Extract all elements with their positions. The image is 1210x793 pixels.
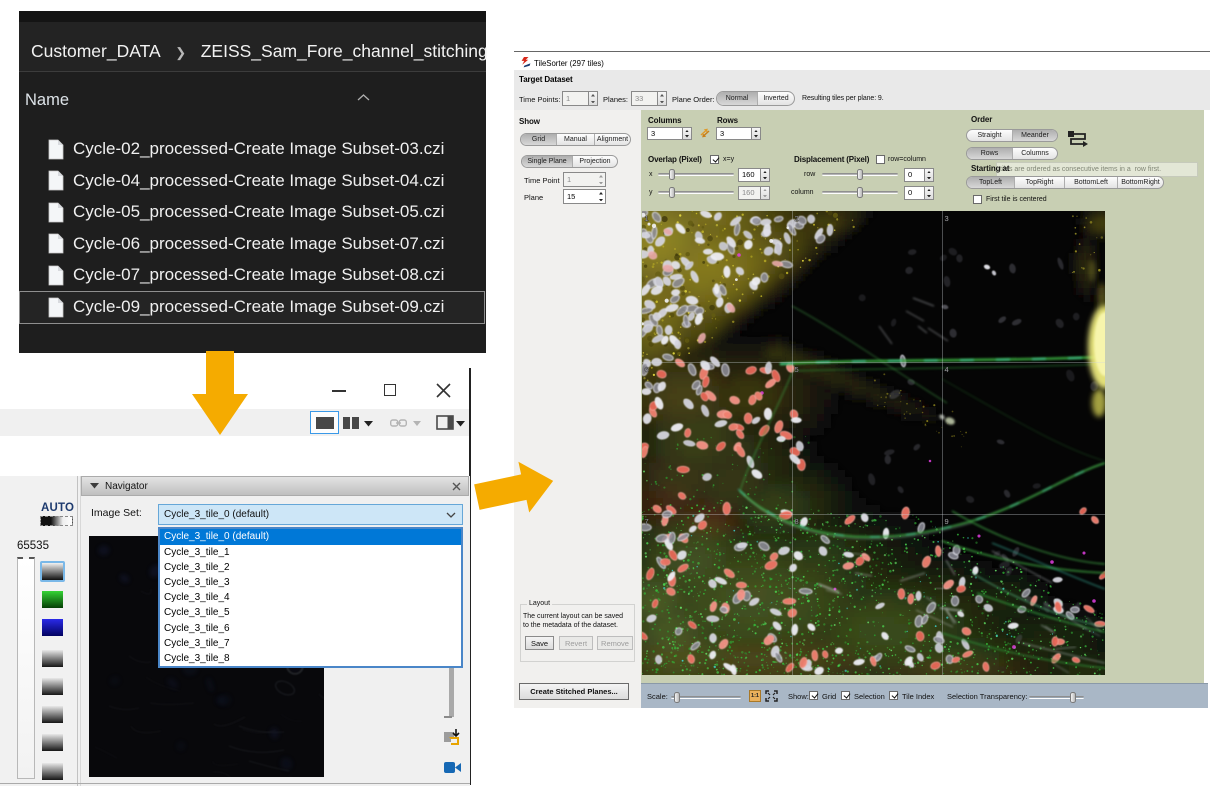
svg-text:3: 3	[945, 214, 949, 223]
svg-text:4: 4	[945, 365, 949, 374]
svg-text:6: 6	[645, 365, 649, 374]
svg-text:2: 2	[795, 214, 799, 223]
svg-text:5: 5	[795, 365, 799, 374]
svg-text:7: 7	[645, 517, 649, 526]
svg-text:9: 9	[945, 517, 949, 526]
svg-text:1: 1	[645, 214, 649, 223]
svg-text:8: 8	[795, 517, 799, 526]
